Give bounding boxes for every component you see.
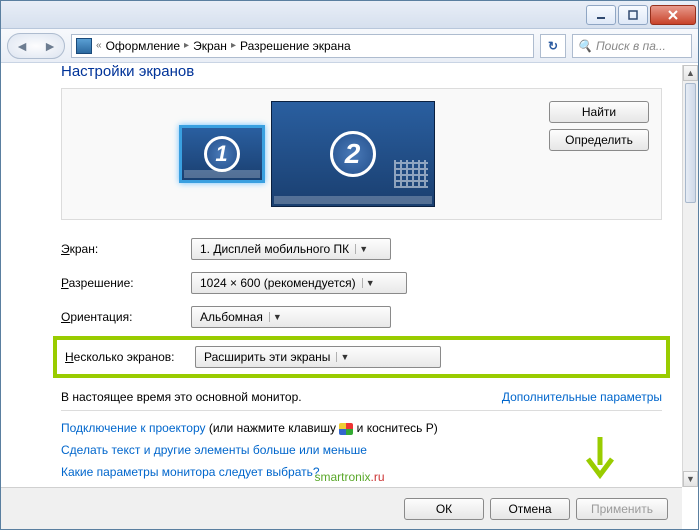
row-resolution: Разрешение: 1024 × 600 (рекомендуется)▼: [61, 272, 662, 294]
highlight-annotation: Несколько экранов: Расширить эти экраны▼: [53, 336, 670, 378]
taskbar-icon: [184, 170, 260, 178]
chevron-right-icon: ▸: [231, 40, 236, 51]
window: ◄ ► « Оформление ▸ Экран ▸ Разрешение эк…: [0, 0, 699, 530]
help-row: Какие параметры монитора следует выбрать: [61, 465, 662, 479]
breadcrumb-item[interactable]: Разрешение экрана: [240, 39, 351, 53]
scroll-up-button[interactable]: ▲: [683, 65, 698, 81]
chevron-right-icon: ▸: [184, 40, 189, 51]
minimize-button[interactable]: [586, 5, 616, 25]
resolution-dropdown[interactable]: 1024 × 600 (рекомендуется)▼: [191, 272, 407, 294]
display-preview: 1 2 Найти Определить: [61, 88, 662, 220]
back-icon: ◄: [15, 38, 29, 54]
monitor-1[interactable]: 1: [179, 125, 265, 183]
orientation-dropdown[interactable]: Альбомная▼: [191, 306, 391, 328]
screen-dropdown[interactable]: 1. Дисплей мобильного ПК▼: [191, 238, 391, 260]
search-icon: 🔍: [577, 39, 592, 53]
scroll-thumb[interactable]: [685, 83, 696, 203]
vertical-scrollbar[interactable]: ▲ ▼: [682, 65, 698, 487]
monitor-layout[interactable]: 1 2: [74, 101, 539, 207]
search-placeholder: Поиск в па...: [596, 39, 666, 53]
monitor-2[interactable]: 2: [271, 101, 435, 207]
nav-back-forward[interactable]: ◄ ►: [7, 33, 65, 59]
control-panel-icon: [76, 38, 92, 54]
page-title: Настройки экранов: [61, 65, 662, 80]
monitor-number: 2: [330, 131, 376, 177]
monitor-number: 1: [204, 136, 240, 172]
projector-link[interactable]: Подключение к проектору: [61, 421, 206, 435]
chevron-down-icon: ▼: [269, 312, 285, 322]
help-link[interactable]: Какие параметры монитора следует выбрать: [61, 465, 320, 479]
forward-icon: ►: [43, 38, 57, 54]
refresh-icon: ↻: [548, 39, 558, 53]
scroll-track[interactable]: [683, 81, 698, 471]
ok-button[interactable]: ОК: [404, 498, 484, 520]
row-orientation: Ориентация: Альбомная▼: [61, 306, 662, 328]
breadcrumb-item[interactable]: Оформление: [106, 39, 180, 53]
textsize-link[interactable]: Сделать текст и другие элементы больше и…: [61, 443, 367, 457]
cancel-button[interactable]: Отмена: [490, 498, 570, 520]
chevron-left-icon: «: [96, 40, 102, 51]
chevron-down-icon: ▼: [336, 352, 352, 362]
windows-key-icon: [339, 423, 353, 435]
apply-button[interactable]: Применить: [576, 498, 668, 520]
arrow-annotation: [582, 435, 618, 481]
toolbar: ◄ ► « Оформление ▸ Экран ▸ Разрешение эк…: [1, 29, 698, 63]
label-multi: Несколько экранов:: [65, 350, 195, 364]
taskbar-icon: [274, 196, 432, 204]
advanced-link[interactable]: Дополнительные параметры: [502, 390, 662, 404]
status-row: В настоящее время это основной монитор. …: [61, 390, 662, 404]
breadcrumb-item[interactable]: Экран: [193, 39, 227, 53]
preview-buttons: Найти Определить: [549, 101, 649, 207]
label-resolution: Разрешение:: [61, 276, 191, 290]
row-multi: Несколько экранов: Расширить эти экраны▼: [65, 346, 658, 368]
multi-dropdown[interactable]: Расширить эти экраны▼: [195, 346, 441, 368]
search-input[interactable]: 🔍 Поиск в па...: [572, 34, 692, 58]
grid-icon: [394, 160, 428, 188]
label-orientation: Ориентация:: [61, 310, 191, 324]
address-bar[interactable]: « Оформление ▸ Экран ▸ Разрешение экрана: [71, 34, 534, 58]
label-screen: Экран:: [61, 242, 191, 256]
chevron-down-icon: ▼: [362, 278, 378, 288]
row-screen: Экран: 1. Дисплей мобильного ПК▼: [61, 238, 662, 260]
close-button[interactable]: [650, 5, 696, 25]
projector-row: Подключение к проектору (или нажмите кла…: [61, 421, 662, 435]
content-area: Настройки экранов 1 2 Найти Определить Э…: [1, 65, 682, 487]
scroll-down-button[interactable]: ▼: [683, 471, 698, 487]
status-text: В настоящее время это основной монитор.: [61, 390, 302, 404]
maximize-button[interactable]: [618, 5, 648, 25]
refresh-button[interactable]: ↻: [540, 34, 566, 58]
divider: [61, 410, 662, 411]
footer: ОК Отмена Применить: [1, 487, 682, 529]
textsize-row: Сделать текст и другие элементы больше и…: [61, 443, 662, 457]
titlebar: [1, 1, 698, 29]
identify-button[interactable]: Определить: [549, 129, 649, 151]
find-button[interactable]: Найти: [549, 101, 649, 123]
chevron-down-icon: ▼: [355, 244, 371, 254]
